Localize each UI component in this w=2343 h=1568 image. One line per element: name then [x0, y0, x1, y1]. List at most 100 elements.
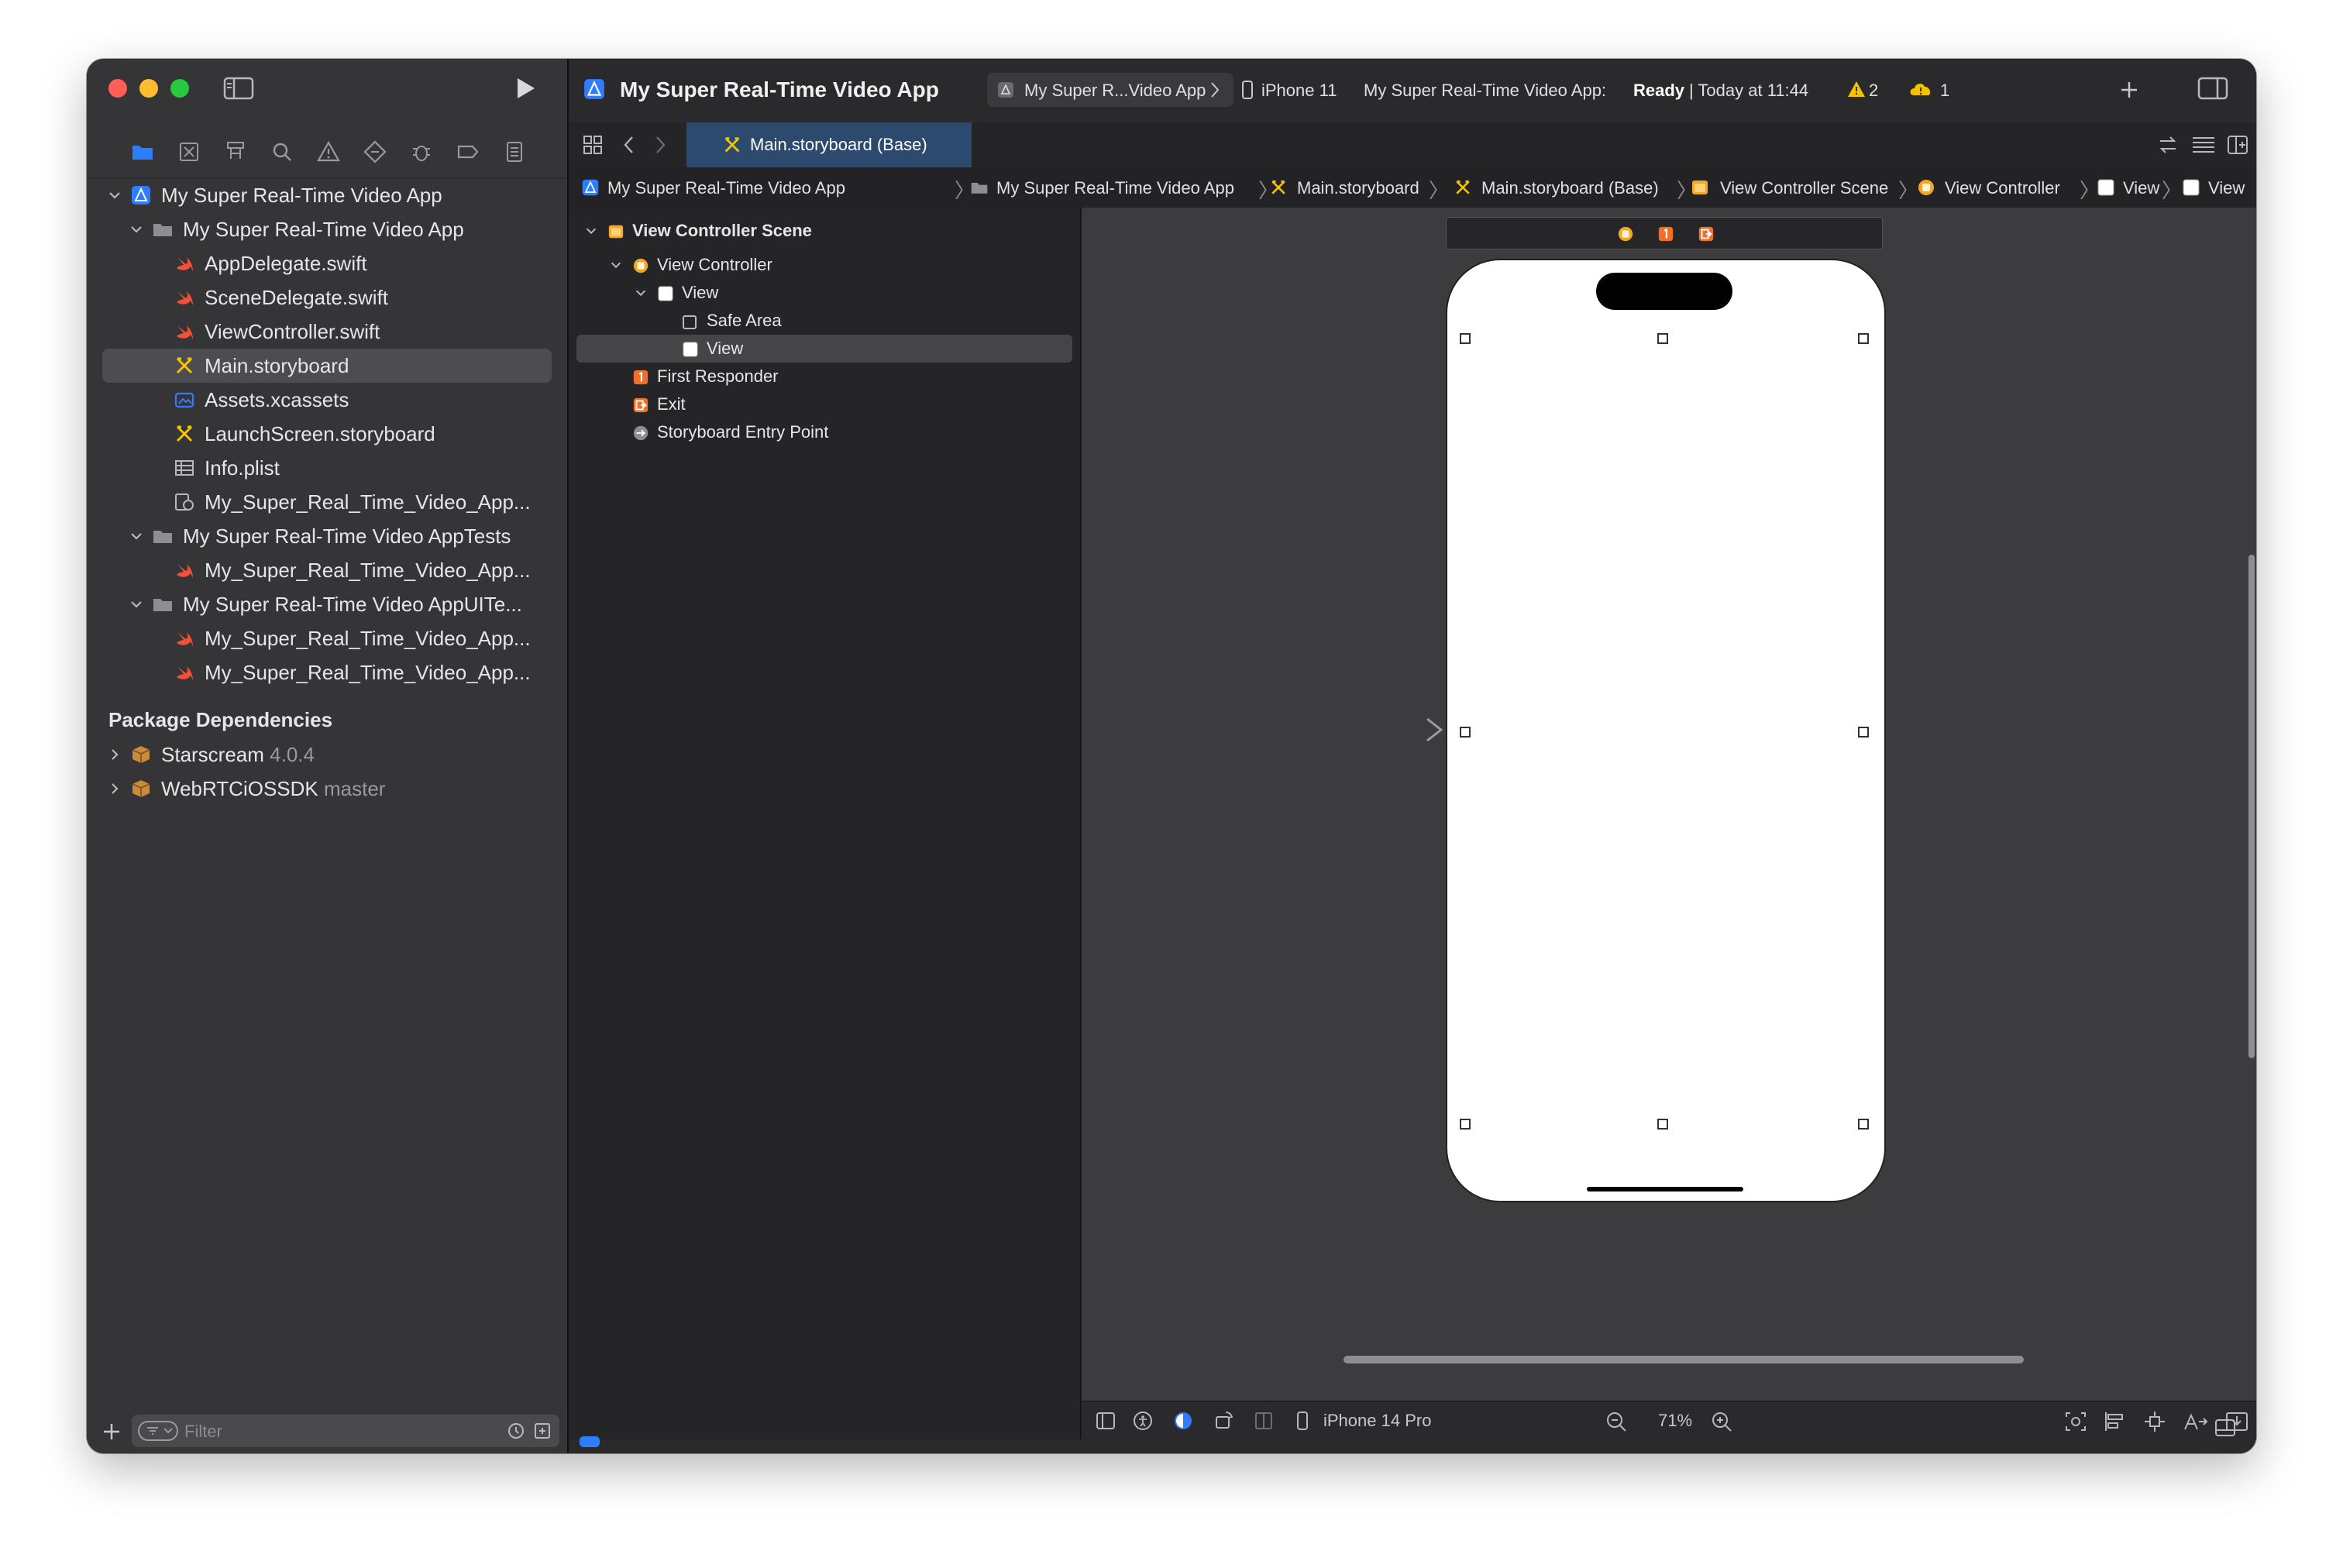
- add-constraints-icon[interactable]: [2143, 1411, 2166, 1432]
- exit-icon[interactable]: [1698, 225, 1715, 242]
- add-library-icon[interactable]: [2118, 79, 2140, 101]
- entry-point-arrow[interactable]: [1337, 714, 1446, 745]
- breakpoint-icon[interactable]: [456, 139, 480, 164]
- chevron-down-icon[interactable]: [129, 222, 144, 237]
- tree-item-file[interactable]: My_Super_Real_Time_Video_App...: [102, 485, 552, 519]
- tree-item-file[interactable]: SceneDelegate.swift: [102, 280, 552, 315]
- filter-options-icon[interactable]: [138, 1421, 178, 1441]
- warnings-count[interactable]: 2: [1869, 81, 1878, 101]
- first-responder-icon[interactable]: [1657, 225, 1674, 242]
- tree-item-file[interactable]: My_Super_Real_Time_Video_App...: [102, 553, 552, 587]
- recent-files-icon[interactable]: [507, 1422, 525, 1440]
- outline-toggle-icon[interactable]: [1096, 1411, 1116, 1431]
- outline-item-view-controller[interactable]: View Controller: [576, 251, 1072, 279]
- chevron-right-icon[interactable]: [107, 781, 122, 796]
- zoom-window-button[interactable]: [170, 79, 189, 98]
- tree-item-file[interactable]: AppDelegate.swift: [102, 246, 552, 280]
- appearance-icon[interactable]: [1173, 1411, 1193, 1431]
- outline-item-scene[interactable]: View Controller Scene: [576, 217, 1072, 245]
- resize-handle[interactable]: [1460, 727, 1471, 738]
- zoom-level[interactable]: 71%: [1658, 1411, 1692, 1431]
- add-icon[interactable]: [101, 1421, 122, 1442]
- layout-guides-icon[interactable]: [1254, 1411, 1274, 1431]
- debug-indicator[interactable]: [580, 1436, 600, 1447]
- outline-item-first-responder[interactable]: First Responder: [576, 363, 1072, 390]
- chevron-right-icon[interactable]: [107, 747, 122, 762]
- folder-icon[interactable]: [130, 139, 155, 164]
- tree-item-file-selected[interactable]: Main.storyboard: [102, 349, 552, 383]
- tree-item-file[interactable]: Info.plist: [102, 451, 552, 485]
- activity-view[interactable]: My Super R...Video App iPhone 11 My Supe…: [987, 73, 1949, 107]
- issue-warning-icon[interactable]: [316, 139, 341, 164]
- tree-item-file[interactable]: My_Super_Real_Time_Video_App...: [102, 621, 552, 655]
- breadcrumb-item[interactable]: Main.storyboard: [1297, 178, 1419, 198]
- navigator-filter-field[interactable]: [132, 1415, 559, 1449]
- report-icon[interactable]: [502, 139, 527, 164]
- tree-item-file[interactable]: My_Super_Real_Time_Video_App...: [102, 655, 552, 689]
- tree-item-file[interactable]: Assets.xcassets: [102, 383, 552, 417]
- tree-item-file[interactable]: LaunchScreen.storyboard: [102, 417, 552, 451]
- package-item[interactable]: WebRTCiOSSDK master: [102, 772, 552, 806]
- warning-icon[interactable]: [1847, 81, 1866, 98]
- resize-handle[interactable]: [1858, 333, 1869, 344]
- source-control-icon[interactable]: [177, 139, 201, 164]
- resize-handle[interactable]: [1460, 333, 1471, 344]
- breadcrumb-item[interactable]: View: [2123, 178, 2159, 198]
- debug-icon[interactable]: [409, 139, 434, 164]
- device-selector[interactable]: iPhone 11: [1261, 81, 1337, 101]
- package-item[interactable]: Starscream 4.0.4: [102, 738, 552, 772]
- outline-item-view[interactable]: View: [576, 279, 1072, 307]
- outline-item-exit[interactable]: Exit: [576, 390, 1072, 418]
- orientation-icon[interactable]: [1213, 1411, 1233, 1431]
- tree-item-group-app[interactable]: My Super Real-Time Video App: [102, 212, 552, 246]
- resize-handle[interactable]: [1858, 1119, 1869, 1130]
- add-editor-icon[interactable]: [2227, 135, 2248, 155]
- related-items-grid-icon[interactable]: [583, 135, 603, 155]
- vertical-scrollbar[interactable]: [2248, 555, 2255, 1058]
- swap-arrows-icon[interactable]: [2157, 135, 2179, 155]
- chevron-right-icon[interactable]: [652, 135, 668, 155]
- chevron-down-icon[interactable]: [584, 224, 598, 238]
- breadcrumb-item[interactable]: View: [2208, 178, 2245, 198]
- device-config-selector[interactable]: iPhone 14 Pro: [1323, 1411, 1431, 1431]
- tree-item-file[interactable]: ViewController.swift: [102, 315, 552, 349]
- close-window-button[interactable]: [108, 79, 127, 98]
- chevron-down-icon[interactable]: [107, 187, 122, 203]
- iphone-scene-view[interactable]: [1446, 259, 1886, 1202]
- symbol-icon[interactable]: [223, 139, 248, 164]
- tab-main-storyboard[interactable]: Main.storyboard (Base): [686, 122, 972, 167]
- outline-item-safe-area[interactable]: Safe Area: [576, 307, 1072, 335]
- scheme-label[interactable]: My Super R...Video App: [1024, 81, 1206, 101]
- outline-item-entry-point[interactable]: Storyboard Entry Point: [576, 418, 1072, 446]
- tree-item-group-tests[interactable]: My Super Real-Time Video AppTests: [102, 519, 552, 553]
- test-icon[interactable]: [363, 139, 387, 164]
- outline-item-view-selected[interactable]: View: [576, 335, 1072, 363]
- sidebar-toggle-icon[interactable]: [223, 76, 254, 101]
- inspector-toggle-icon[interactable]: [2197, 76, 2228, 101]
- horizontal-scrollbar[interactable]: [1344, 1356, 2024, 1363]
- tree-item-group-uitests[interactable]: My Super Real-Time Video AppUITe...: [102, 587, 552, 621]
- resolve-autolayout-icon[interactable]: [2183, 1411, 2210, 1432]
- breadcrumb-item[interactable]: View Controller: [1945, 178, 2060, 198]
- chevron-down-icon[interactable]: [609, 258, 623, 272]
- zoom-out-icon[interactable]: [1605, 1411, 1629, 1432]
- align-icon[interactable]: [2103, 1411, 2126, 1432]
- source-control-filter-icon[interactable]: [533, 1422, 552, 1440]
- chevron-down-icon[interactable]: [634, 286, 648, 300]
- find-icon[interactable]: [270, 139, 294, 164]
- tree-item-project[interactable]: My Super Real-Time Video App: [102, 178, 552, 212]
- minimize-window-button[interactable]: [139, 79, 158, 98]
- view-controller-icon[interactable]: [1617, 225, 1634, 242]
- resize-handle[interactable]: [1657, 1119, 1668, 1130]
- zoom-in-icon[interactable]: [1711, 1411, 1734, 1432]
- breadcrumb-item[interactable]: My Super Real-Time Video App: [996, 178, 1234, 198]
- breadcrumb-item[interactable]: Main.storyboard (Base): [1481, 178, 1659, 198]
- run-play-icon[interactable]: [513, 76, 538, 101]
- resize-handle[interactable]: [1657, 333, 1668, 344]
- resize-handle[interactable]: [1858, 727, 1869, 738]
- chevron-down-icon[interactable]: [129, 528, 144, 544]
- breadcrumb-item[interactable]: View Controller Scene: [1720, 178, 1888, 198]
- issues-count[interactable]: 1: [1940, 81, 1949, 101]
- debug-area-toggle-icon[interactable]: [2214, 1418, 2236, 1438]
- chevron-down-icon[interactable]: [129, 597, 144, 612]
